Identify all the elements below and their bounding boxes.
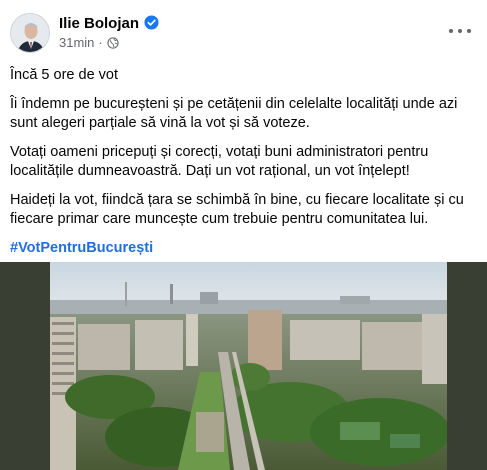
post-paragraph: Încă 5 ore de vot xyxy=(10,67,119,83)
post-paragraph: Votați oameni pricepuți și corecți, vota… xyxy=(10,143,429,180)
city-aerial-photo[interactable] xyxy=(50,262,447,470)
post-paragraph: Îi îndemn pe bucureșteni și pe cetățenii… xyxy=(10,95,458,132)
author-name[interactable]: Ilie Bolojan xyxy=(59,15,139,32)
more-dot xyxy=(458,29,462,33)
hashtag-link[interactable]: #VotPentruBucurești xyxy=(10,240,153,256)
post-timestamp[interactable]: 31min xyxy=(59,35,94,50)
more-dot xyxy=(467,29,471,33)
author-avatar[interactable] xyxy=(10,13,50,53)
photo-letterbox-right xyxy=(447,262,487,470)
city-aerial-illustration xyxy=(50,262,447,470)
verified-badge-icon xyxy=(144,15,159,30)
meta-separator: · xyxy=(98,35,103,50)
post-body: Încă 5 ore de vot Îi îndemn pe bucurește… xyxy=(10,66,480,267)
more-options-icon[interactable] xyxy=(449,22,471,40)
globe-icon[interactable] xyxy=(107,36,119,49)
more-dot xyxy=(449,29,453,33)
photo-letterbox-left xyxy=(0,262,50,470)
post-header: Ilie Bolojan 31min · xyxy=(10,12,477,56)
facebook-post: Ilie Bolojan 31min · Încă 5 ore de vot Î… xyxy=(0,0,487,470)
post-paragraph: Haideți la vot, fiindcă țara se schimbă … xyxy=(10,191,464,228)
post-photo-container[interactable] xyxy=(0,262,487,470)
post-meta: 31min · xyxy=(59,35,119,50)
avatar-portrait xyxy=(11,14,49,52)
